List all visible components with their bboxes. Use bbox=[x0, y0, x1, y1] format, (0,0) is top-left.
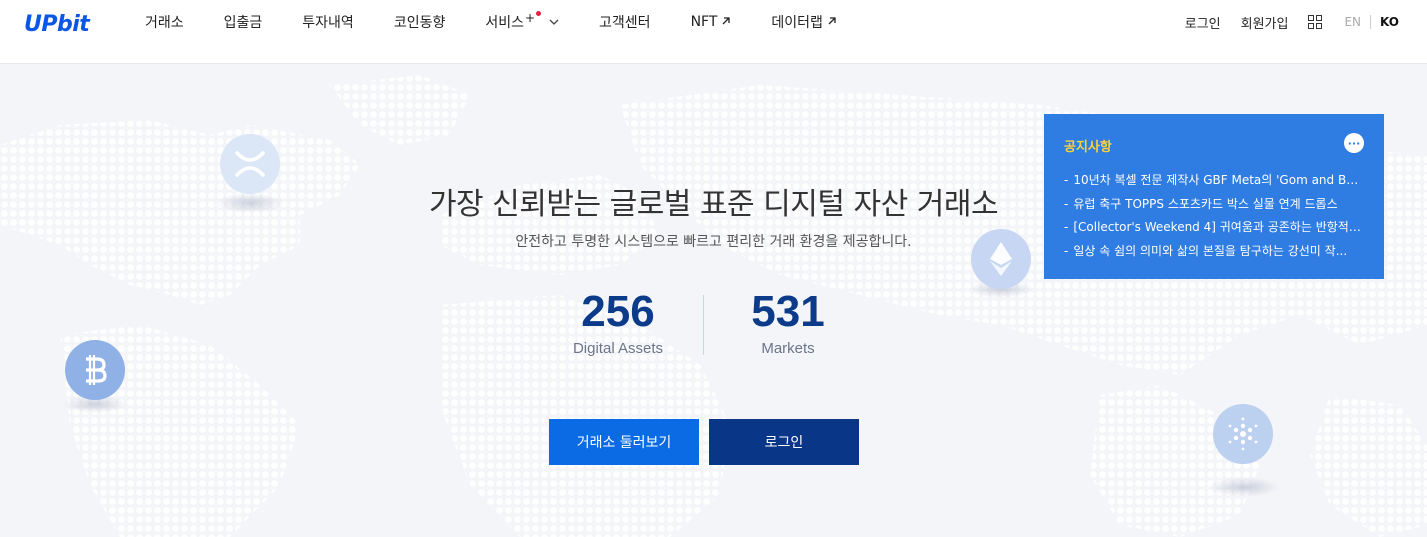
nav-exchange-label: 거래소 bbox=[145, 15, 184, 31]
notice-item-text: 유럽 축구 TOPPS 스포츠카드 박스 실물 연계 드롭스 bbox=[1073, 196, 1338, 211]
plus-sup: + bbox=[524, 11, 536, 25]
notice-item[interactable]: - 유럽 축구 TOPPS 스포츠카드 박스 실물 연계 드롭스 bbox=[1064, 193, 1364, 217]
hero-section: 가장 신뢰받는 글로벌 표준 디지털 자산 거래소 안전하고 투명한 시스템으로… bbox=[0, 65, 1427, 537]
nav-services[interactable]: 서비스 + bbox=[485, 10, 559, 32]
nav-investments-label: 투자내역 bbox=[302, 15, 354, 31]
bitcoin-coin-icon bbox=[65, 340, 125, 400]
notice-title: 공지사항 bbox=[1064, 140, 1112, 155]
notice-item-text: 일상 속 쉼의 의미와 삶의 본질을 탐구하는 강선미 작... bbox=[1073, 243, 1348, 258]
notice-item-text: 10년차 복셀 전문 제작사 GBF Meta의 'Gom and Bu... bbox=[1073, 173, 1364, 187]
notice-item[interactable]: -10년차 복셀 전문 제작사 GBF Meta의 'Gom and Bu... bbox=[1064, 169, 1364, 193]
login-link[interactable]: 로그인 bbox=[1185, 13, 1221, 32]
top-header: UPbit 거래소 입출금 투자내역 코인동향 서비스 + 고객센터 NFT 데이… bbox=[0, 0, 1427, 64]
lang-en[interactable]: EN bbox=[1344, 15, 1361, 29]
upbit-logo[interactable]: UPbit bbox=[24, 10, 90, 38]
stat-value: 256 bbox=[581, 287, 655, 336]
nav-datalab[interactable]: 데이터랩 bbox=[771, 12, 837, 32]
list-dash: - bbox=[1064, 173, 1069, 187]
nav-datalab-label: 데이터랩 bbox=[771, 15, 823, 31]
notice-list: -10년차 복셀 전문 제작사 GBF Meta의 'Gom and Bu...… bbox=[1064, 169, 1364, 263]
coin-shadow bbox=[1208, 477, 1280, 497]
nav-exchange[interactable]: 거래소 bbox=[145, 12, 184, 32]
stat-label: Digital Assets bbox=[572, 340, 664, 357]
stat-digital-assets: 256 Digital Assets bbox=[528, 287, 708, 357]
list-dash: - bbox=[1064, 220, 1069, 234]
hero-login-button[interactable]: 로그인 bbox=[709, 419, 859, 465]
notice-item[interactable]: - [Collector's Weekend 4] 귀여움과 공존하는 반항적 .… bbox=[1064, 216, 1364, 240]
nav-coin-trends[interactable]: 코인동향 bbox=[394, 12, 446, 32]
chevron-down-icon bbox=[549, 16, 559, 29]
nav-customer-center-label: 고객센터 bbox=[599, 15, 651, 31]
lang-ko[interactable]: KO bbox=[1380, 15, 1399, 29]
nav-investments[interactable]: 투자내역 bbox=[302, 12, 354, 32]
list-dash: - bbox=[1064, 196, 1069, 211]
nav-coin-trends-label: 코인동향 bbox=[393, 15, 446, 31]
nav-nft[interactable]: NFT bbox=[691, 14, 732, 30]
notice-panel: 공지사항 ··· -10년차 복셀 전문 제작사 GBF Meta의 'Gom … bbox=[1044, 114, 1384, 279]
signup-link[interactable]: 회원가입 bbox=[1241, 13, 1289, 32]
nav-nft-label: NFT bbox=[690, 14, 718, 30]
new-badge-dot bbox=[536, 10, 542, 16]
notice-item[interactable]: - 일상 속 쉼의 의미와 삶의 본질을 탐구하는 강선미 작... bbox=[1064, 240, 1364, 264]
list-dash: - bbox=[1064, 243, 1069, 258]
grid-icon[interactable] bbox=[1308, 15, 1323, 29]
stat-markets: 531 Markets bbox=[698, 287, 878, 357]
lang-divider bbox=[1370, 15, 1372, 29]
account-nav: 로그인 회원가입 EN KO bbox=[1185, 0, 1427, 44]
notice-item-text: [Collector's Weekend 4] 귀여움과 공존하는 반항적 ..… bbox=[1073, 220, 1364, 234]
nav-deposit-withdraw[interactable]: 입출금 bbox=[224, 12, 263, 32]
nav-deposit-withdraw-label: 입출금 bbox=[223, 15, 263, 31]
nav-customer-center[interactable]: 고객센터 bbox=[599, 12, 651, 32]
external-arrow-icon bbox=[827, 14, 837, 30]
stat-label: Markets bbox=[761, 340, 815, 357]
main-nav: 거래소 입출금 투자내역 코인동향 서비스 + 고객센터 NFT 데이터랩 bbox=[145, 0, 877, 44]
stat-value: 531 bbox=[751, 287, 825, 336]
more-icon[interactable]: ··· bbox=[1344, 133, 1364, 153]
explore-exchange-button[interactable]: 거래소 둘러보기 bbox=[549, 419, 699, 465]
external-arrow-icon bbox=[721, 14, 731, 30]
nav-services-label: 서비스 bbox=[485, 15, 524, 31]
cardano-coin-icon bbox=[1213, 404, 1273, 464]
